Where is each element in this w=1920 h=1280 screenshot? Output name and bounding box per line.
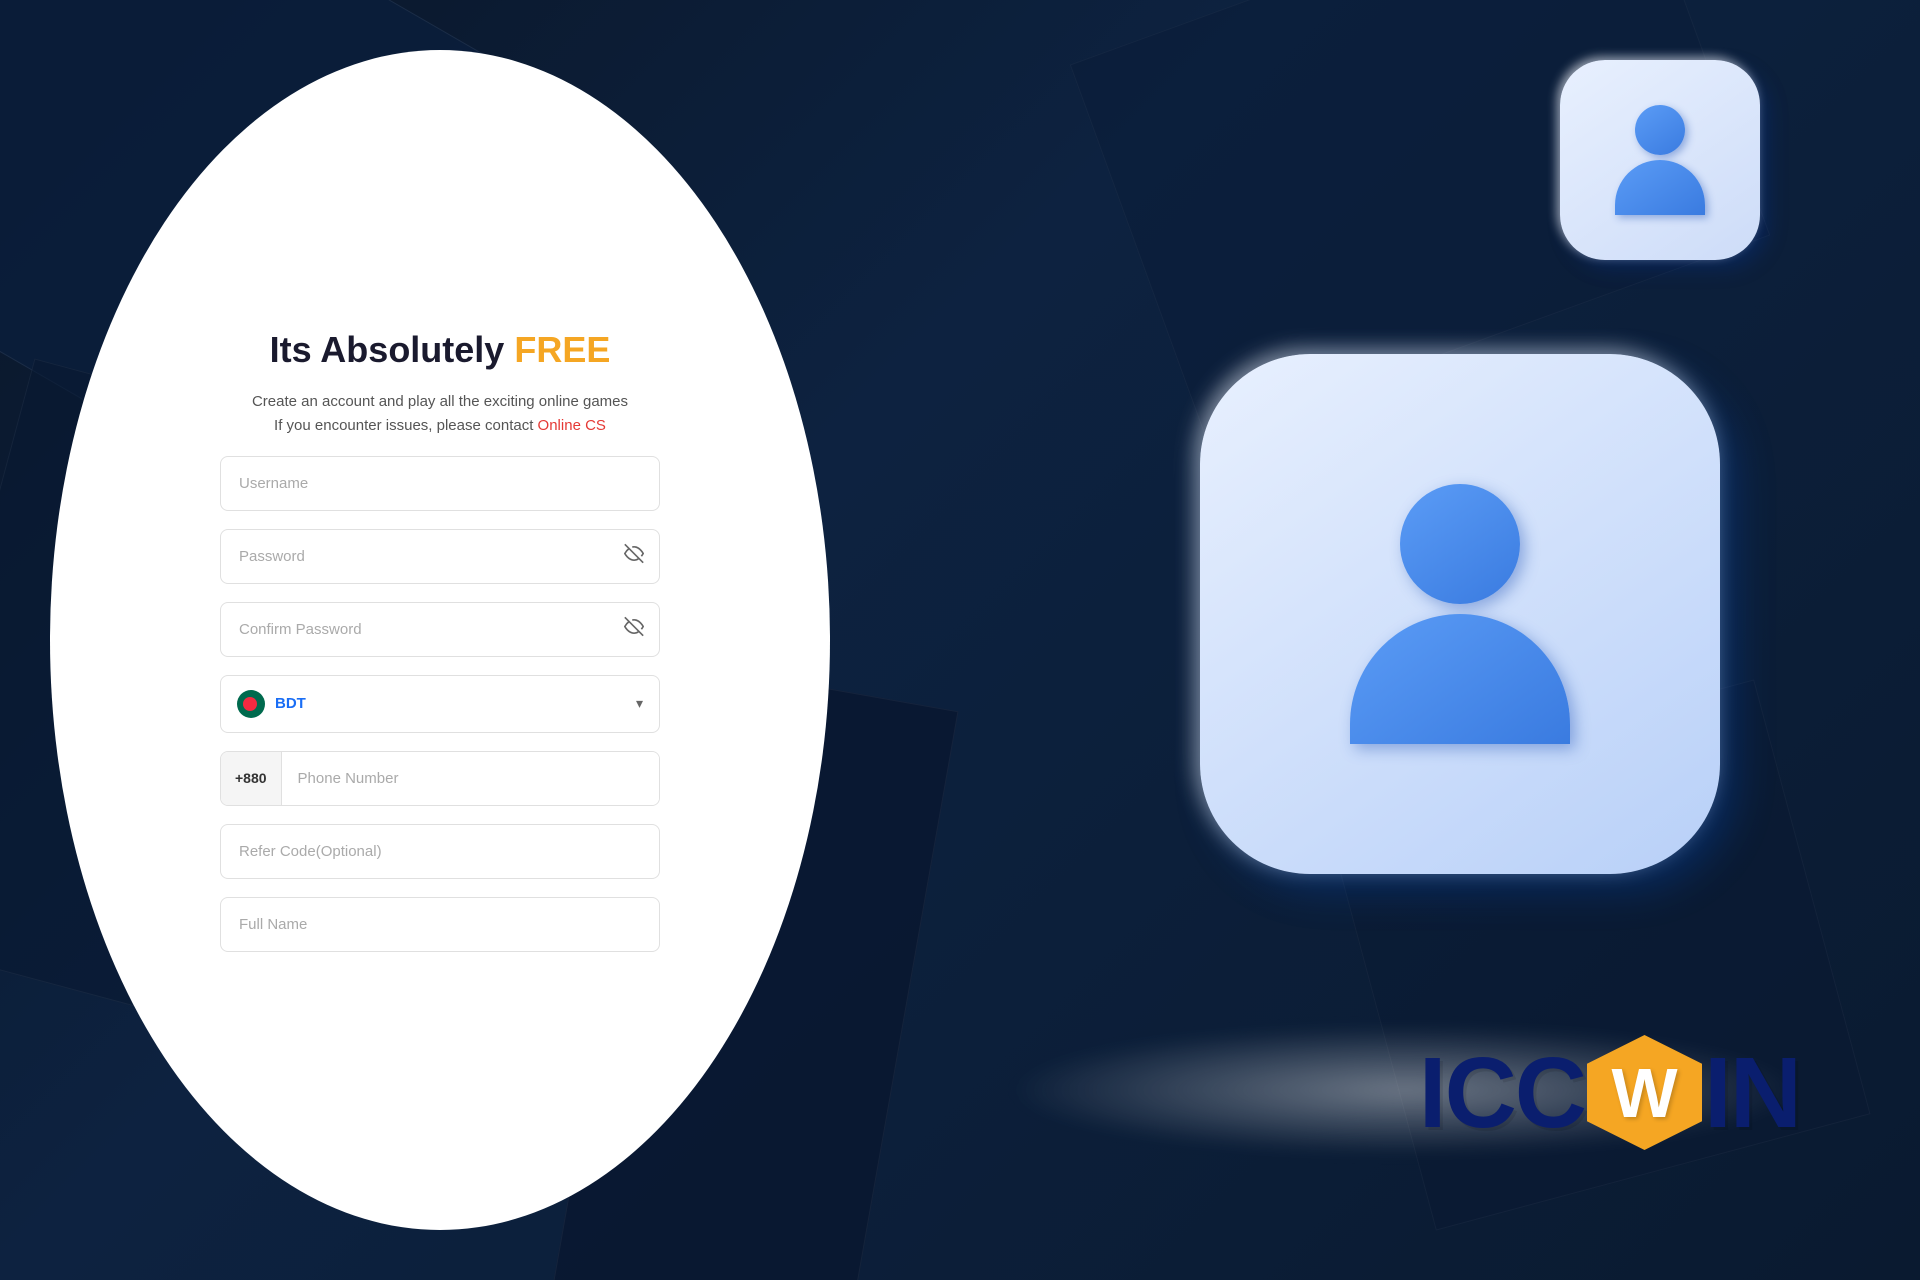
currency-code: BDT: [275, 695, 626, 712]
logo-w-letter: W: [1611, 1058, 1677, 1128]
refer-code-input[interactable]: [220, 824, 660, 879]
logo-w-hex: W: [1585, 1035, 1704, 1150]
user-icon-small: [1560, 60, 1760, 260]
country-flag: [237, 690, 265, 718]
confirm-password-input[interactable]: [220, 602, 660, 657]
user-body-small: [1615, 160, 1705, 215]
username-input[interactable]: [220, 456, 660, 511]
online-cs-link[interactable]: Online CS: [538, 417, 606, 434]
confirm-password-field-group: [220, 602, 660, 657]
chevron-down-icon: ▾: [636, 695, 643, 712]
user-icon-large: [1200, 354, 1720, 874]
logo-text-icc: ICC: [1419, 1043, 1585, 1143]
bangladesh-flag: [237, 690, 265, 718]
full-name-field-group: [220, 897, 660, 952]
form-title: Its Absolutely FREE: [270, 328, 611, 371]
refer-code-field-group: [220, 824, 660, 879]
phone-prefix: +880: [221, 752, 282, 805]
registration-form: Its Absolutely FREE Create an account an…: [220, 328, 660, 951]
form-subtitle: Create an account and play all the excit…: [252, 390, 628, 438]
phone-field-group: +880: [220, 751, 660, 806]
password-toggle-icon[interactable]: [624, 544, 644, 569]
password-input[interactable]: [220, 529, 660, 584]
user-icon-large-bg: [1200, 354, 1720, 874]
username-field-group: [220, 456, 660, 511]
logo-text-in: IN: [1704, 1043, 1800, 1143]
user-silhouette-large: [1350, 484, 1570, 744]
user-body-large: [1350, 614, 1570, 744]
user-head-large: [1400, 484, 1520, 604]
form-circle: Its Absolutely FREE Create an account an…: [50, 50, 830, 1230]
user-silhouette-small: [1615, 105, 1705, 215]
user-icon-small-bg: [1560, 60, 1760, 260]
iccwin-logo: ICC W IN: [1419, 1035, 1800, 1150]
password-field-group: [220, 529, 660, 584]
phone-input[interactable]: [282, 752, 659, 805]
currency-selector[interactable]: BDT ▾: [220, 675, 660, 733]
right-panel: ICC W IN: [820, 0, 1920, 1280]
hexagon-shape: W: [1587, 1035, 1702, 1150]
full-name-input[interactable]: [220, 897, 660, 952]
confirm-password-toggle-icon[interactable]: [624, 617, 644, 642]
user-head-small: [1635, 105, 1685, 155]
